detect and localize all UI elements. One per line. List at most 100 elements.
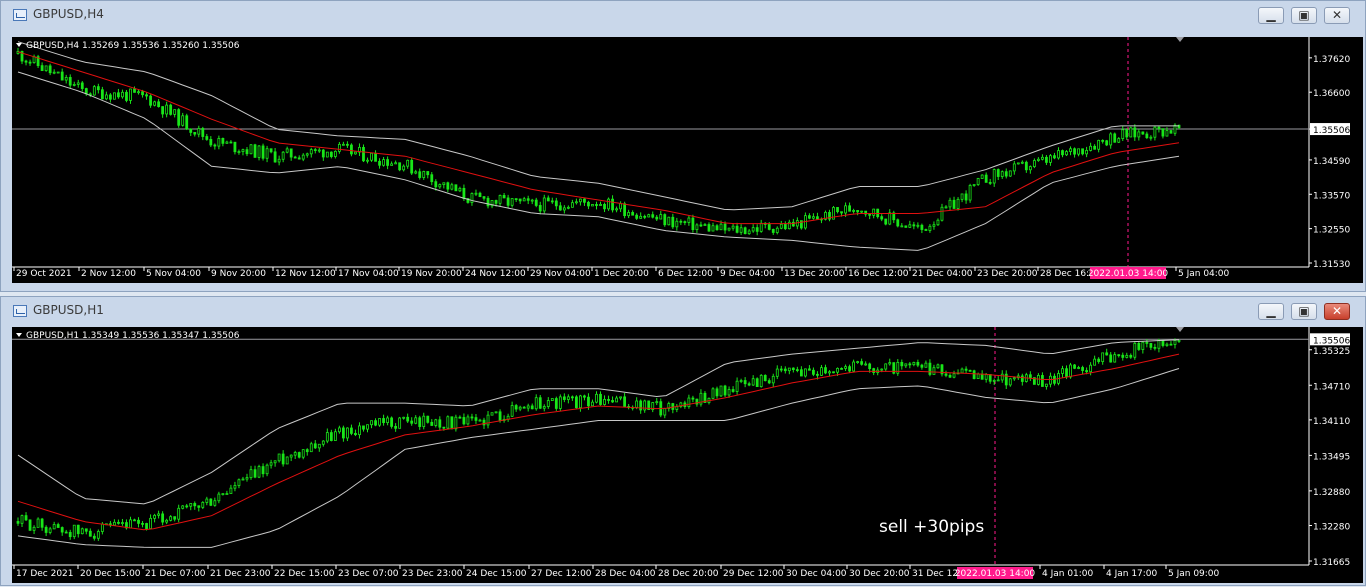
time-label: 5 Nov 04:00: [146, 269, 201, 279]
candle-body: [241, 149, 245, 153]
candle-body: [297, 452, 301, 458]
window-titlebar[interactable]: GBPUSD,H4 ▁ ▣ ✕: [1, 1, 1365, 29]
candle-body: [992, 379, 996, 382]
candle-body: [382, 418, 385, 424]
time-label: 2 Nov 12:00: [81, 269, 136, 279]
candle-body: [944, 206, 948, 209]
candle-body: [575, 201, 578, 204]
candle-body: [28, 61, 32, 64]
candle-body: [1113, 354, 1117, 363]
candle-body: [402, 165, 406, 171]
chart-window-h4[interactable]: GBPUSD,H4 ▁ ▣ ✕ 1.37620 1.36600 1.35506 1.3…: [0, 0, 1366, 292]
candle-body: [510, 198, 514, 206]
candle-body: [169, 516, 173, 521]
candle-body: [816, 216, 819, 220]
candle-body: [980, 174, 984, 179]
candle-body: [233, 485, 237, 489]
maximize-button[interactable]: ▣: [1291, 7, 1317, 24]
candle-body: [125, 91, 128, 101]
candle-body: [747, 230, 751, 235]
candle-body: [245, 149, 249, 155]
maximize-icon: ▣: [1298, 304, 1310, 318]
candle-body: [133, 88, 136, 93]
price-chart-h1[interactable]: 1.35325 1.34710 1.34110 1.33495 1.32880 1.322…: [12, 327, 1363, 583]
close-button[interactable]: ✕: [1324, 7, 1350, 24]
candle-body: [779, 223, 783, 229]
candle-body: [462, 417, 466, 425]
candle-body: [301, 449, 305, 458]
price-label: 1.31530: [1313, 260, 1350, 270]
candle-body: [924, 362, 928, 368]
time-label: 30 Dec 04:00: [786, 569, 847, 579]
candle-body: [808, 215, 811, 219]
candle-body: [988, 374, 992, 382]
candle-body: [755, 378, 759, 388]
chart-canvas[interactable]: 1.35325 1.34710 1.34110 1.33495 1.32880 1.322…: [12, 327, 1363, 583]
candle-body: [1057, 150, 1060, 159]
maximize-button[interactable]: ▣: [1291, 303, 1317, 320]
dropdown-arrow-icon: [16, 333, 22, 337]
chart-canvas[interactable]: 1.37620 1.36600 1.35506 1.34590 1.33570 1.325…: [12, 37, 1363, 283]
candle-body: [153, 514, 156, 519]
candle-body: [221, 493, 225, 496]
candle-body: [478, 192, 482, 198]
candle-body: [1141, 341, 1145, 350]
candle-body: [763, 374, 767, 382]
window-titlebar[interactable]: GBPUSD,H1 ▁ ▣ ✕: [1, 297, 1365, 325]
candle-body: [438, 419, 442, 428]
candle-body: [984, 174, 988, 183]
candle-body: [1105, 140, 1109, 146]
candle-body: [619, 203, 622, 210]
candle-body: [249, 144, 253, 155]
candle-body: [446, 182, 450, 190]
maximize-icon: ▣: [1298, 8, 1310, 22]
candle-body: [615, 208, 618, 211]
candle-body: [836, 207, 839, 213]
candle-body: [755, 227, 759, 232]
candle-body: [137, 91, 140, 94]
candle-body: [113, 92, 116, 100]
candle-body: [141, 522, 144, 525]
candle-body: [189, 128, 193, 133]
candle-body: [1049, 155, 1052, 163]
candle-body: [209, 498, 213, 506]
price-label: 1.32880: [1313, 488, 1350, 498]
candle-body: [836, 367, 839, 373]
candle-body: [1008, 378, 1012, 386]
candle-body: [293, 452, 297, 456]
candle-body: [426, 171, 430, 176]
candle-body: [639, 400, 643, 411]
candle-body: [482, 196, 486, 199]
candle-body: [1117, 354, 1121, 357]
minimize-button[interactable]: ▁: [1258, 7, 1284, 24]
candle-body: [494, 411, 498, 414]
candle-body: [759, 222, 763, 232]
candle-body: [1000, 373, 1004, 381]
time-label: 30 Dec 20:00: [849, 569, 910, 579]
candle-body: [1113, 133, 1117, 143]
candle-body: [751, 378, 755, 386]
candle-body: [193, 132, 197, 135]
bollinger-upper-band: [17, 339, 1180, 505]
candle-body: [623, 203, 627, 217]
time-label: 27 Dec 12:00: [531, 569, 592, 579]
candle-body: [486, 197, 490, 207]
candle-body: [362, 425, 365, 430]
candle-body: [474, 192, 478, 195]
chart-window-h1[interactable]: GBPUSD,H1 ▁ ▣ ✕ 1.35325 1.34710 1.34110 1.3…: [0, 296, 1366, 586]
candle-body: [554, 200, 558, 207]
candle-body: [550, 398, 554, 401]
candle-body: [157, 101, 161, 107]
close-button[interactable]: ✕: [1324, 303, 1350, 320]
candle-body: [635, 214, 639, 219]
candle-body: [253, 144, 257, 158]
candle-body: [948, 374, 952, 378]
candle-body: [165, 519, 169, 523]
candle-body: [213, 500, 217, 506]
candle-body: [386, 417, 389, 424]
candle-body: [305, 449, 309, 453]
price-chart-h4[interactable]: 1.37620 1.36600 1.35506 1.34590 1.33570 1.325…: [12, 37, 1363, 283]
candle-body: [968, 185, 972, 201]
minimize-button[interactable]: ▁: [1258, 303, 1284, 320]
candle-body: [655, 216, 659, 220]
